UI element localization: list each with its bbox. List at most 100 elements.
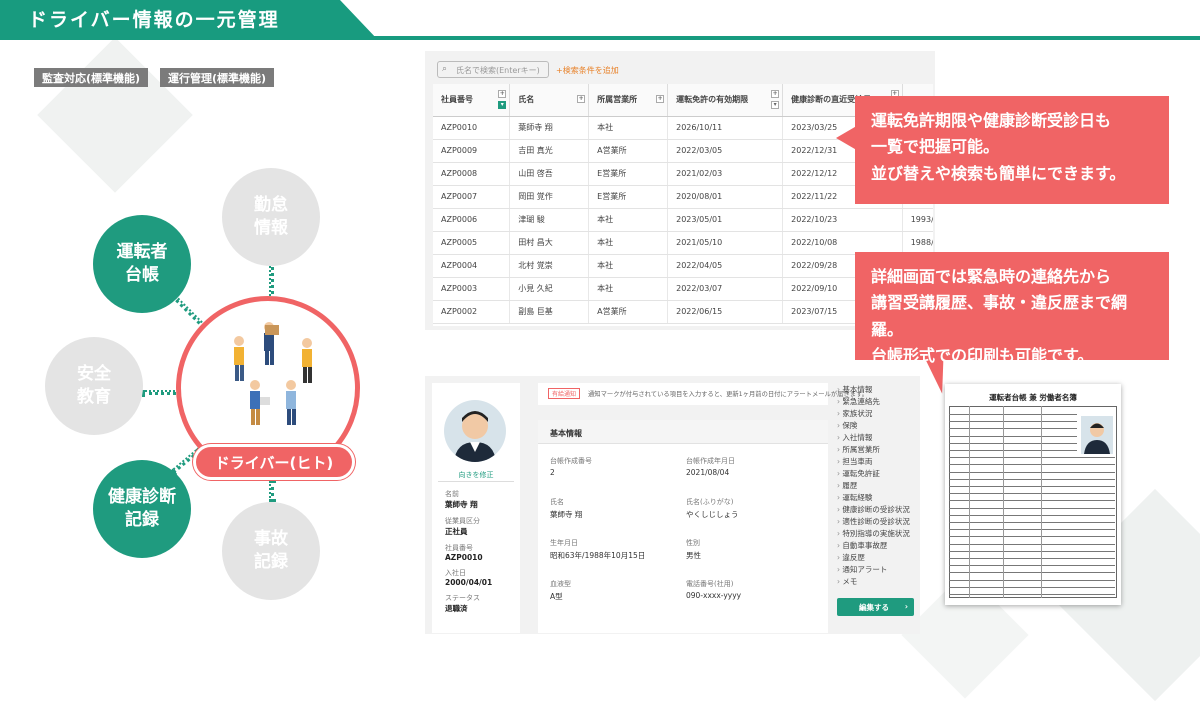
ledger-grid-line bbox=[949, 565, 1115, 567]
table-cell: 津瑚 駿 bbox=[509, 208, 590, 232]
ledger-grid-line bbox=[949, 464, 1115, 466]
notice-text: 通知マークが付与されている項目を入力すると、更新1ヶ月前の日付にアラートメールが… bbox=[588, 391, 868, 398]
ledger-document-title: 運転者台帳 兼 労働者名簿 bbox=[989, 393, 1077, 402]
table-cell: A営業所 bbox=[588, 139, 669, 163]
detail-nav-item[interactable]: › 家族状況 bbox=[837, 408, 919, 420]
table-cell: 1993/07/05 bbox=[902, 208, 933, 232]
col-license-expiry[interactable]: 運転免許の有効期限 + ▾ bbox=[667, 84, 784, 117]
detail-nav-item[interactable]: › 保険 bbox=[837, 420, 919, 432]
table-cell: AZP0003 bbox=[433, 277, 511, 301]
ledger-grid-column bbox=[1041, 406, 1042, 598]
detail-nav-item[interactable]: › 入社情報 bbox=[837, 432, 919, 444]
ledger-grid-line bbox=[949, 550, 1115, 552]
table-row[interactable]: AZP0005田村 昌大本社2021/05/102022/10/081988/0… bbox=[433, 231, 933, 255]
field-value: 男性 bbox=[686, 551, 701, 560]
chevron-right-icon: › bbox=[904, 602, 908, 611]
detail-nav-item[interactable]: › 担当車両 bbox=[837, 456, 919, 468]
table-cell: 岡田 覚作 bbox=[509, 185, 590, 209]
profile-value: 退職済 bbox=[445, 604, 468, 613]
detail-nav-item[interactable]: › 運転免許証 bbox=[837, 468, 919, 480]
col-employee-no[interactable]: 社員番号 + ▾ bbox=[433, 84, 511, 117]
field-value: A型 bbox=[550, 592, 563, 601]
detail-nav-item[interactable]: › 所属営業所 bbox=[837, 444, 919, 456]
ledger-grid-column bbox=[969, 406, 970, 598]
table-cell: AZP0010 bbox=[433, 116, 511, 140]
col-office[interactable]: 所属営業所 + bbox=[588, 84, 669, 117]
edit-button[interactable]: 編集する › bbox=[837, 598, 914, 616]
table-cell: 2023/05/01 bbox=[667, 208, 784, 232]
ledger-grid-line bbox=[949, 493, 1115, 495]
field-value: 昭和63年/1988年10月15日 bbox=[550, 551, 646, 560]
node-attendance: 勤怠 情報 bbox=[222, 168, 320, 266]
section-title: 基本情報 bbox=[550, 429, 582, 438]
ledger-grid-line bbox=[949, 536, 1115, 538]
table-cell: 北村 覚崇 bbox=[509, 254, 590, 278]
notice-badge: 有給通知 bbox=[548, 388, 581, 399]
detail-nav-item[interactable]: › 適性診断の受診状況 bbox=[837, 516, 919, 528]
ledger-grid-column bbox=[1003, 406, 1004, 598]
basic-info-card: 基本情報 台帳作成番号 2 台帳作成年月日 2021/08/04 氏名 葉師寺 翔 氏名(ふ… bbox=[538, 420, 828, 633]
ledger-photo bbox=[1081, 416, 1113, 454]
field-label: 生年月日 bbox=[550, 539, 578, 547]
search-input[interactable]: ⌕ 氏名で検索(Enterキー) bbox=[437, 61, 549, 78]
ledger-grid-line bbox=[949, 594, 1115, 595]
table-cell: AZP0004 bbox=[433, 254, 511, 278]
col-name[interactable]: 氏名 + bbox=[509, 84, 590, 117]
node-accident: 事故 記録 bbox=[222, 502, 320, 600]
detail-nav-item[interactable]: › 健康診断の受診状況 bbox=[837, 504, 919, 516]
ledger-grid-line bbox=[949, 507, 1115, 509]
table-cell: 副島 巨基 bbox=[509, 300, 590, 324]
profile-label: 従業員区分 bbox=[445, 517, 480, 525]
field-label: 氏名 bbox=[550, 498, 564, 506]
ledger-grid-line bbox=[949, 586, 1115, 588]
table-cell: AZP0006 bbox=[433, 208, 511, 232]
table-cell: 2021/02/03 bbox=[667, 162, 784, 186]
ledger-grid-line bbox=[949, 558, 1115, 559]
table-cell: 山田 啓吾 bbox=[509, 162, 590, 186]
field-label: 電話番号(社用) bbox=[686, 580, 734, 588]
profile-value: 2000/04/01 bbox=[445, 578, 493, 587]
ledger-grid-line bbox=[949, 514, 1115, 516]
table-cell: 2022/06/15 bbox=[667, 300, 784, 324]
tag-audit: 監査対応(標準機能) bbox=[34, 68, 149, 87]
detail-nav-item[interactable]: › メモ bbox=[837, 576, 919, 588]
table-cell: 2020/08/01 bbox=[667, 185, 784, 209]
ledger-grid-line bbox=[949, 457, 1115, 459]
table-cell: 葉師寺 翔 bbox=[509, 116, 590, 140]
table-cell: 2022/04/05 bbox=[667, 254, 784, 278]
detail-nav-item[interactable]: › 運転経験 bbox=[837, 492, 919, 504]
detail-nav-item[interactable]: › 緊急連絡先 bbox=[837, 396, 919, 408]
alert-notice: 有給通知 通知マークが付与されている項目を入力すると、更新1ヶ月前の日付にアラー… bbox=[538, 383, 868, 405]
table-cell: 2022/03/07 bbox=[667, 277, 784, 301]
add-search-condition-link[interactable]: +検索条件を追加 bbox=[556, 65, 619, 76]
detail-nav-item[interactable]: › 特別指導の実施状況 bbox=[837, 528, 919, 540]
detail-nav-item[interactable]: › 履歴 bbox=[837, 480, 919, 492]
profile-value: 正社員 bbox=[445, 527, 468, 536]
table-cell: 本社 bbox=[588, 208, 669, 232]
table-cell: 2022/10/08 bbox=[782, 231, 903, 255]
callout-bottom: 詳細画面では緊急時の連絡先から 講習受講履歴、事故・違反歴まで網羅。 台帳形式での印… bbox=[855, 252, 1169, 365]
field-label: 氏名(ふりがな) bbox=[686, 498, 734, 506]
detail-nav-item[interactable]: › 違反歴 bbox=[837, 552, 919, 564]
detail-nav-item[interactable]: › 自動車事故歴 bbox=[837, 540, 919, 552]
field-value: 090-xxxx-yyyy bbox=[686, 591, 742, 600]
detail-nav-item[interactable]: › 通知アラート bbox=[837, 564, 919, 576]
profile-label: 入社日 bbox=[445, 569, 466, 577]
connector-accident bbox=[269, 480, 274, 502]
node-driver-ledger: 運転者 台帳 bbox=[93, 215, 191, 313]
field-value: 葉師寺 翔 bbox=[550, 510, 583, 519]
detail-nav-item[interactable]: › 基本情報 bbox=[837, 384, 919, 396]
photo-caption[interactable]: 向きを修正 bbox=[432, 470, 520, 480]
table-cell: 本社 bbox=[588, 116, 669, 140]
table-cell: AZP0008 bbox=[433, 162, 511, 186]
ledger-document-preview: 運転者台帳 兼 労働者名簿 bbox=[945, 384, 1121, 605]
page-title: ドライバー情報の一元管理 bbox=[28, 9, 280, 31]
table-row[interactable]: AZP0006津瑚 駿本社2023/05/012022/10/231993/07… bbox=[433, 208, 933, 232]
table-cell: 本社 bbox=[588, 231, 669, 255]
tag-operation: 運行管理(標準機能) bbox=[160, 68, 275, 87]
connector-attendance bbox=[269, 262, 274, 300]
profile-value: AZP0010 bbox=[445, 553, 483, 562]
field-label: 台帳作成年月日 bbox=[686, 457, 735, 465]
table-cell: 吉田 真光 bbox=[509, 139, 590, 163]
field-value: やくしじしょう bbox=[686, 510, 739, 519]
